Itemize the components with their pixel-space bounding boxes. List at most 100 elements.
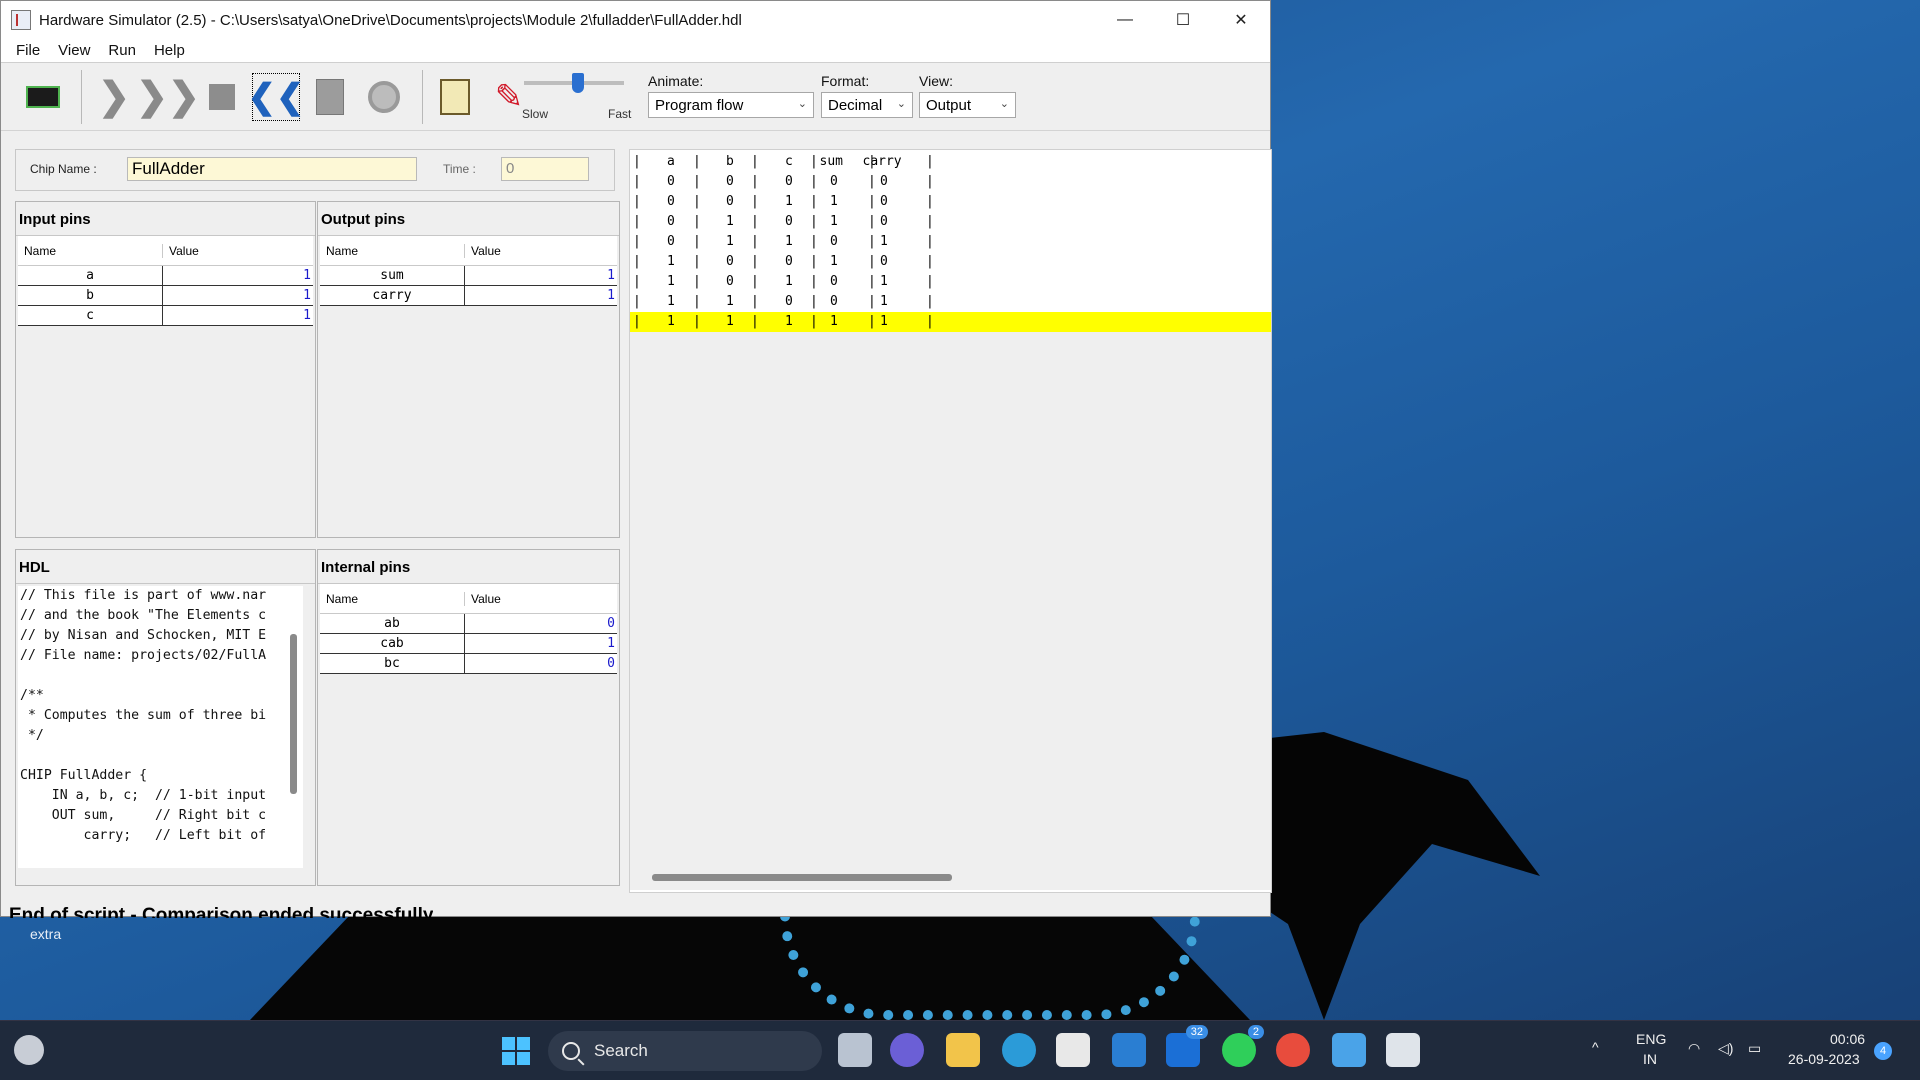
hdl-code: // This file is part of www.nar // and th… (18, 586, 303, 846)
table-cell: 1 (726, 214, 734, 229)
animate-group: Animate: Program flow ⌄ (648, 73, 814, 118)
stop-button[interactable] (198, 73, 246, 121)
table-row[interactable]: | | | | | | a b c sum carry (630, 152, 1271, 172)
start-button[interactable] (502, 1037, 530, 1065)
slider-thumb[interactable] (572, 73, 584, 93)
notepad-icon[interactable] (1332, 1033, 1366, 1067)
table-row[interactable]: | | | | | | 0 1 1 0 1 (630, 232, 1271, 252)
table-row[interactable]: | | | | | | 0 0 0 0 0 (630, 172, 1271, 192)
table-row[interactable]: carry 1 (320, 286, 617, 306)
pin-value[interactable]: 1 (163, 306, 313, 325)
table-row[interactable]: c 1 (18, 306, 313, 326)
view-select[interactable]: Output ⌄ (919, 92, 1016, 118)
desktop-extra-label[interactable]: extra (30, 926, 61, 942)
minimize-button[interactable]: — (1096, 1, 1154, 39)
hdl-code-view[interactable]: // This file is part of www.nar // and th… (18, 586, 303, 868)
format-select[interactable]: Decimal ⌄ (821, 92, 913, 118)
view-label: View: (919, 73, 953, 89)
run-button[interactable]: ❯❯ (136, 73, 200, 121)
column-separator: | (633, 314, 641, 329)
table-row[interactable]: ab 0 (320, 614, 617, 634)
chip-name-field[interactable]: FullAdder (127, 157, 417, 181)
column-separator: | (868, 174, 876, 189)
file-explorer-icon[interactable] (946, 1033, 980, 1067)
column-separator: | (926, 214, 934, 229)
java-icon[interactable] (1386, 1033, 1420, 1067)
outlook-icon[interactable]: 32 (1166, 1025, 1208, 1067)
wifi-icon[interactable]: ◠ (1688, 1040, 1700, 1057)
format-value: Decimal (828, 96, 883, 114)
taskbar-search[interactable]: Search (548, 1031, 822, 1071)
chevron-up-icon[interactable]: ^ (1592, 1039, 1599, 1055)
table-row[interactable]: | | | | | | 1 0 0 1 0 (630, 252, 1271, 272)
col-value-header[interactable]: Value (465, 244, 615, 258)
table-row[interactable]: | | | | | | 1 0 1 0 1 (630, 272, 1271, 292)
region-indicator[interactable]: IN (1643, 1051, 1657, 1067)
hdl-code-line: */ (20, 728, 44, 743)
reset-button[interactable]: ❮❮ (248, 72, 305, 121)
close-button[interactable]: ✕ (1212, 1, 1270, 39)
reset-icon: ❮❮ (247, 77, 305, 116)
language-indicator[interactable]: ENG (1636, 1031, 1666, 1047)
table-cell: 1 (830, 314, 838, 329)
vscode-icon[interactable] (1112, 1033, 1146, 1067)
notification-badge[interactable]: 4 (1874, 1042, 1892, 1060)
chevron-down-icon: ⌄ (797, 98, 807, 110)
menu-help[interactable]: Help (154, 42, 185, 59)
title-bar[interactable]: Hardware Simulator (2.5) - C:\Users\saty… (1, 1, 1270, 39)
horizontal-scrollbar[interactable] (652, 874, 952, 881)
col-name-header[interactable]: Name (320, 243, 465, 258)
eval-button[interactable] (306, 73, 354, 121)
vertical-scrollbar[interactable] (290, 634, 297, 794)
toolbar-separator (422, 69, 423, 124)
edge-icon[interactable] (1002, 1033, 1036, 1067)
speed-slider[interactable]: Slow Fast (516, 69, 636, 127)
table-row[interactable]: a 1 (18, 266, 313, 286)
col-name-header[interactable]: Name (320, 591, 465, 606)
hdl-code-line (20, 666, 303, 686)
table-cell: 0 (726, 254, 734, 269)
pin-value[interactable]: 1 (163, 286, 313, 305)
chrome-icon[interactable] (1276, 1033, 1310, 1067)
menu-view[interactable]: View (58, 42, 90, 59)
table-row[interactable]: b 1 (18, 286, 313, 306)
volume-icon[interactable]: ◁) (1718, 1040, 1733, 1057)
menu-file[interactable]: File (16, 42, 40, 59)
hardware-simulator-window: Hardware Simulator (2.5) - C:\Users\saty… (0, 0, 1272, 918)
table-row[interactable]: cab 1 (320, 634, 617, 654)
col-name-header[interactable]: Name (18, 243, 163, 258)
col-value-header[interactable]: Value (163, 244, 311, 258)
table-row[interactable]: | | | | | | 0 0 1 1 0 (630, 192, 1271, 212)
table-cell: 1 (726, 314, 734, 329)
clock-time[interactable]: 00:06 (1830, 1031, 1865, 1047)
store-icon[interactable] (1056, 1033, 1090, 1067)
col-value-header[interactable]: Value (465, 592, 615, 606)
single-step-button[interactable]: ❯ (90, 73, 138, 121)
table-row[interactable]: bc 0 (320, 654, 617, 674)
table-row[interactable]: | | | | | | 0 1 0 1 0 (630, 212, 1271, 232)
table-cell: c (785, 154, 793, 169)
table-row[interactable]: | | | | | | 1 1 0 0 1 (630, 292, 1271, 312)
chevron-down-icon: ⌄ (999, 98, 1009, 110)
maximize-button[interactable]: ☐ (1154, 1, 1212, 39)
weather-icon[interactable] (14, 1035, 44, 1065)
load-chip-button[interactable] (19, 73, 67, 121)
menu-run[interactable]: Run (108, 42, 136, 59)
animate-select[interactable]: Program flow ⌄ (648, 92, 814, 118)
wallpaper-beads (780, 915, 1200, 1020)
clock-date[interactable]: 26-09-2023 (1788, 1051, 1860, 1067)
pin-value[interactable]: 1 (163, 266, 313, 285)
tick-tock-button[interactable] (360, 73, 408, 121)
battery-icon[interactable]: ▭ (1748, 1040, 1761, 1057)
output-compare-panel[interactable]: | | | | | | a b c sum carry | | | | | | 0 0 0 0 0 | | | | | | 0 0 1 1 0 |… (629, 149, 1272, 893)
table-cell: 1 (880, 294, 888, 309)
whatsapp-icon[interactable]: 2 (1222, 1025, 1264, 1067)
load-script-button[interactable] (431, 73, 479, 121)
highlighted-table-row[interactable]: | | | | | | 1 1 1 1 1 (630, 312, 1271, 332)
chip-load-icon (26, 85, 60, 108)
task-view-icon[interactable] (838, 1033, 872, 1067)
chip-name-panel: Chip Name : FullAdder Time : 0 (15, 149, 615, 191)
table-row[interactable]: sum 1 (320, 266, 617, 286)
time-field[interactable]: 0 (501, 157, 589, 181)
teams-icon[interactable] (890, 1033, 924, 1067)
